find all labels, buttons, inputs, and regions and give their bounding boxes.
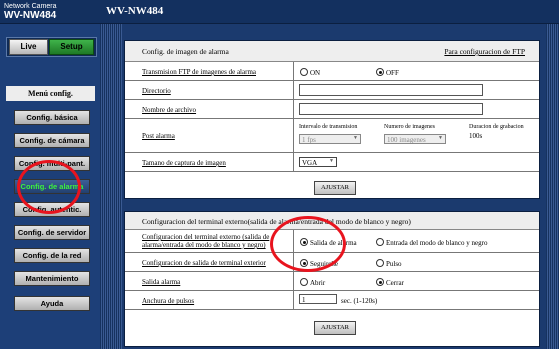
alarm-out-label: Salida alarma [142,278,181,286]
close-radio[interactable]: Cerrar [376,278,404,287]
radio-checked-icon [376,68,384,76]
alarm-image-submit-button[interactable]: AJUSTAR [314,181,356,195]
model-title: WV-NW484 [106,5,164,17]
terminal-config-label-2: alarma/entrada del modo de blanco y negr… [142,241,266,249]
alarm-image-title: Config. de imagen de alarma [142,47,229,56]
menu-title: Menú config. [6,86,95,101]
pulse-width-unit: sec. (1-120s) [341,297,378,305]
terminal-submit-button[interactable]: AJUSTAR [314,321,356,335]
image-count-label: Numero de imagenes [384,124,435,130]
chevron-down-icon: ▼ [353,136,358,141]
duration-value: 100s [469,132,483,140]
pulse-width-row: Anchura de pulsos 1 sec. (1-120s) [125,291,539,310]
post-alarm-cell [293,119,294,152]
alarm-out-cell [293,272,294,290]
terminal-title: Configuracion del terminal externo(salid… [142,217,411,226]
radio-checked-icon [376,278,384,286]
radio-circle-icon [376,259,384,267]
terminal-output-label: Configuracion de salida de terminal exte… [142,259,266,267]
filename-row: Nombre de archivo [125,100,539,119]
right-divider [546,24,559,349]
bw-input-radio[interactable]: Entrada del modo de blanco y negro [376,238,487,247]
nav-maintenance[interactable]: Mantenimiento [14,271,90,286]
interval-label: Intervalo de transmision [299,124,358,130]
live-button[interactable]: Live [9,39,48,55]
nav-basic[interactable]: Config. básica [14,110,90,125]
pulse-radio[interactable]: Pulso [376,259,402,268]
top-bar: Network Camera WV-NW484 WV-NW484 [0,0,559,24]
post-alarm-label: Post alarma [142,132,175,140]
duration-label: Duracion de grabacion [469,124,524,130]
setup-button[interactable]: Setup [49,39,94,55]
ftp-cell [293,62,294,80]
directory-cell [293,81,294,99]
sidebar-divider [100,24,122,349]
post-alarm-row: Post alarma Intervalo de transmision 1 f… [125,119,539,153]
radio-circle-icon [376,238,384,246]
alarm-image-panel: Config. de imagen de alarma Para configu… [124,40,540,199]
alarm-out-row: Salida alarma Abrir Cerrar [125,272,539,291]
pulse-width-label: Anchura de pulsos [142,297,195,305]
radio-circle-icon [300,68,308,76]
pulse-width-cell [293,291,294,309]
interval-select[interactable]: 1 fps ▼ [299,134,361,144]
image-count-select[interactable]: 100 imagenes ▼ [384,134,446,144]
brand: Network Camera WV-NW484 [4,2,57,21]
annotation-circle-menu [17,160,81,214]
nav-network[interactable]: Config. de la red [14,248,90,263]
nav-camera[interactable]: Config. de cámara [14,133,90,148]
open-radio[interactable]: Abrir [300,278,325,287]
brand-line2: WV-NW484 [4,10,57,21]
ftp-config-link[interactable]: Para configuracion de FTP [444,47,525,56]
radio-circle-icon [300,278,308,286]
pulse-width-input[interactable]: 1 [299,294,337,304]
ftp-on-radio[interactable]: ON [300,68,320,77]
annotation-circle-terminal [270,216,346,272]
alarm-image-header: Config. de imagen de alarma Para configu… [125,41,539,62]
filename-input[interactable] [299,103,483,115]
capture-size-row: Tamano de captura de imagen VGA ▼ [125,153,539,172]
directory-label: Directorio [142,87,171,95]
nav-server[interactable]: Config. de servidor [14,225,90,240]
directory-input[interactable] [299,84,483,96]
chevron-down-icon: ▼ [438,136,443,141]
filename-label: Nombre de archivo [142,106,197,114]
capture-size-select[interactable]: VGA ▼ [299,157,337,167]
capture-size-cell [293,153,294,171]
filename-cell [293,100,294,118]
terminal-config-label-1: Configuracion del terminal externo (sali… [142,233,270,241]
chevron-down-icon: ▼ [329,159,334,164]
ftp-off-radio[interactable]: OFF [376,68,399,77]
nav-help[interactable]: Ayuda [14,296,90,311]
directory-row: Directorio [125,81,539,100]
ftp-row: Transmision FTP de imagenes de alarma ON… [125,62,539,81]
ftp-label: Transmision FTP de imagenes de alarma [142,68,256,76]
capture-size-label: Tamano de captura de imagen [142,159,226,167]
